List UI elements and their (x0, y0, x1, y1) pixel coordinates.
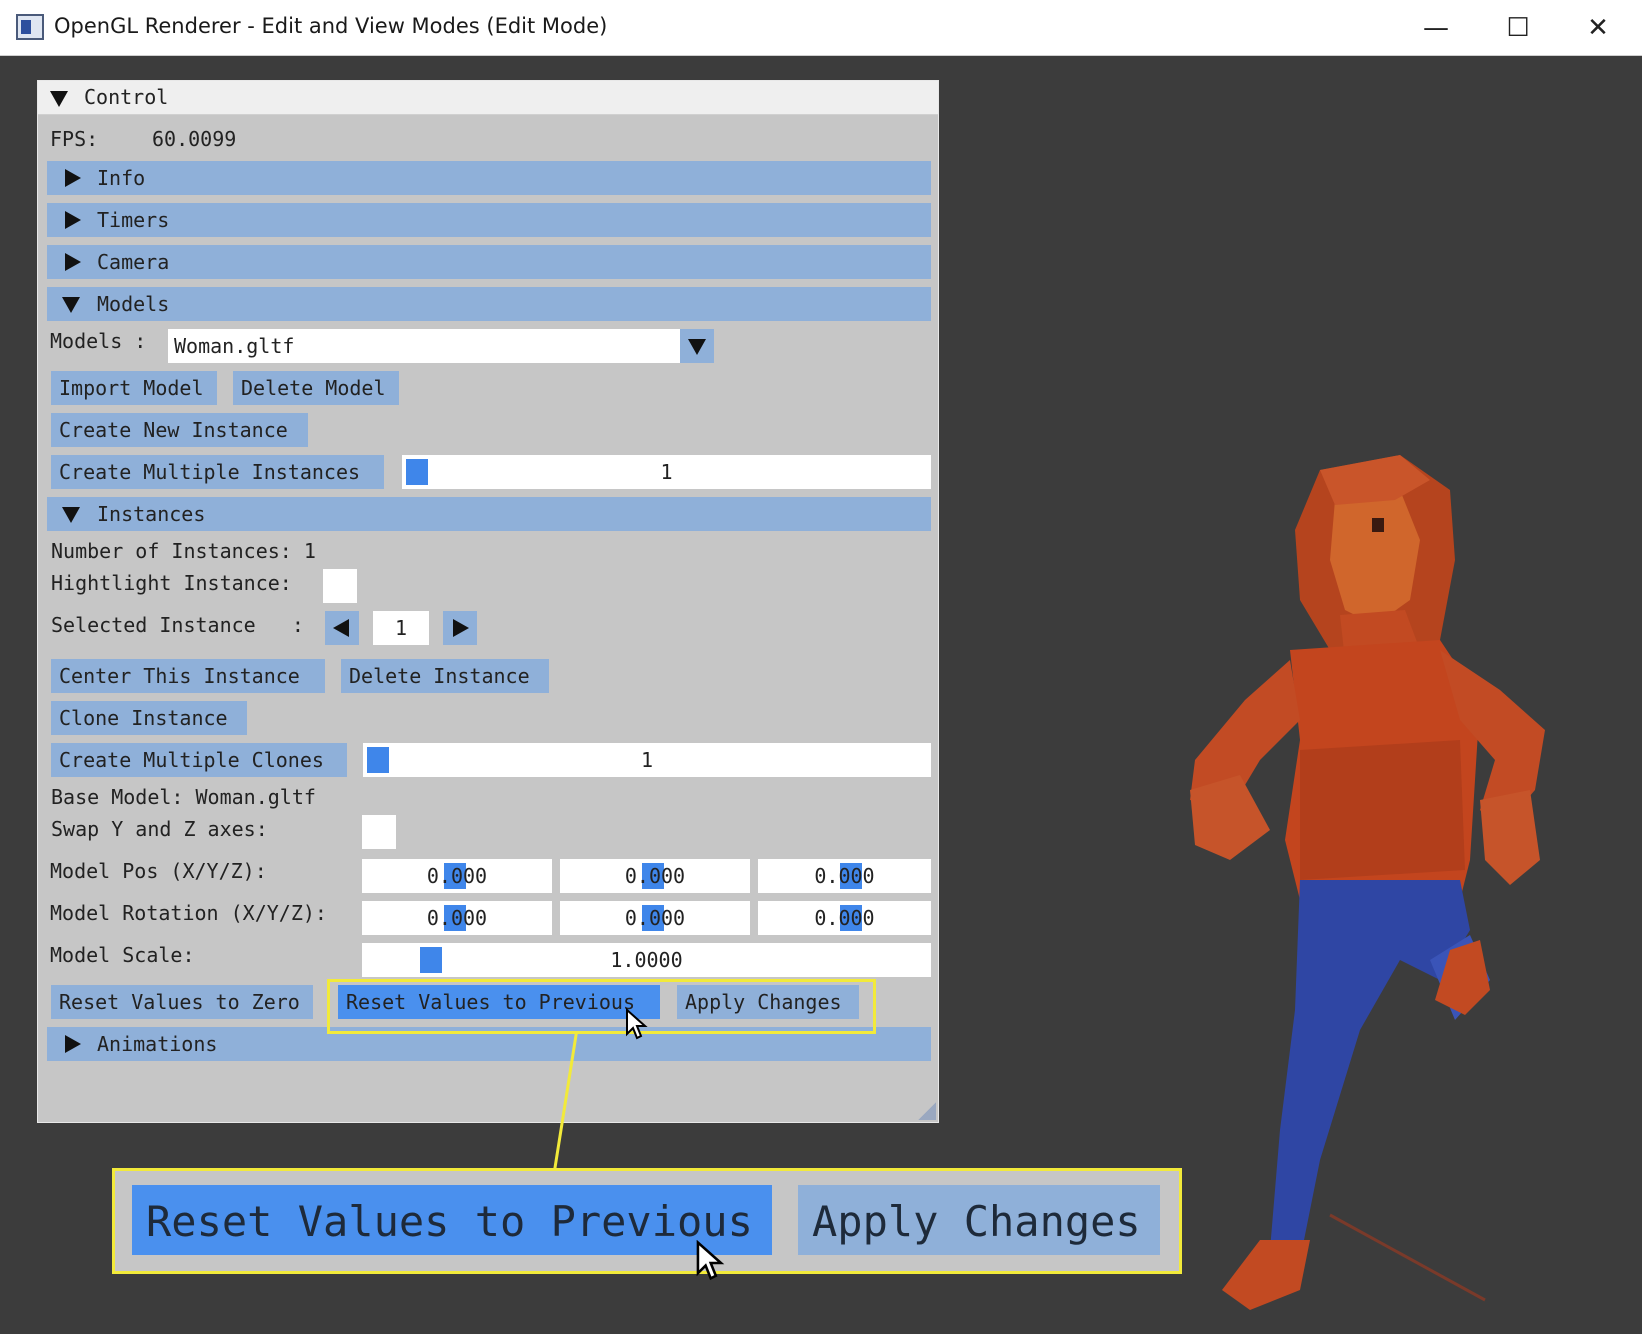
highlight-instance-checkbox[interactable] (323, 569, 357, 603)
selected-instance-label: Selected Instance : (51, 613, 304, 637)
number-of-instances: Number of Instances: 1 (51, 539, 316, 563)
center-instance-button[interactable]: Center This Instance (51, 659, 325, 693)
selected-instance-input[interactable]: 1 (373, 611, 429, 645)
zoom-reset-previous-button: Reset Values to Previous (132, 1185, 772, 1255)
model-rot-z-value: 0.000 (814, 906, 875, 930)
delete-model-button[interactable]: Delete Model (233, 371, 399, 405)
control-title: Control (84, 85, 169, 109)
zoom-callout: Reset Values to Previous Apply Changes (112, 1168, 1182, 1274)
next-instance-button[interactable] (443, 611, 477, 645)
expand-arrow-icon (65, 211, 81, 229)
highlight-instance-label: Hightlight Instance: (51, 571, 292, 595)
app-icon (16, 14, 44, 40)
collapse-arrow-icon (62, 297, 80, 313)
clone-count-value: 1 (640, 748, 654, 772)
section-models[interactable]: Models (47, 287, 931, 321)
model-scale-slider[interactable]: 1.0000 (362, 943, 931, 977)
model-pos-x[interactable]: 0.000 (362, 859, 552, 893)
combo-dropdown-button[interactable] (680, 329, 714, 363)
selected-instance-value: 1 (394, 616, 408, 640)
resize-grip-icon[interactable] (918, 1102, 936, 1120)
maximize-button[interactable]: ☐ (1500, 10, 1536, 46)
expand-arrow-icon (65, 253, 81, 271)
section-instances[interactable]: Instances (47, 497, 931, 531)
section-models-label: Models (97, 292, 170, 316)
section-animations-label: Animations (97, 1032, 218, 1056)
axis-line (1329, 1213, 1486, 1302)
model-pos-y-value: 0.000 (624, 864, 686, 888)
highlight-box (327, 979, 876, 1034)
create-new-instance-button[interactable]: Create New Instance (51, 413, 308, 447)
swap-axes-checkbox[interactable] (362, 815, 396, 849)
model-pos-z[interactable]: 0.000 (758, 859, 931, 893)
chevron-down-icon (688, 339, 706, 355)
collapse-arrow-icon (62, 507, 80, 523)
model-rot-y[interactable]: 0.000 (560, 901, 750, 935)
create-multiple-clones-button[interactable]: Create Multiple Clones (51, 743, 347, 777)
expand-arrow-icon (65, 1035, 81, 1053)
window-title-bar: OpenGL Renderer - Edit and View Modes (E… (0, 0, 1642, 56)
expand-arrow-icon (65, 169, 81, 187)
section-camera[interactable]: Camera (47, 245, 931, 279)
fps-label: FPS: (50, 127, 99, 151)
section-timers-label: Timers (97, 208, 170, 232)
model-rotation-label: Model Rotation (X/Y/Z): (50, 901, 327, 925)
minimize-button[interactable]: — (1418, 10, 1454, 46)
arrow-left-icon (333, 619, 349, 637)
model-rot-x[interactable]: 0.000 (362, 901, 552, 935)
close-button[interactable]: ✕ (1580, 10, 1616, 46)
arrow-right-icon (453, 619, 469, 637)
section-instances-label: Instances (97, 502, 206, 526)
window-title: OpenGL Renderer - Edit and View Modes (E… (54, 14, 608, 38)
section-timers[interactable]: Timers (47, 203, 931, 237)
models-combo-value: Woman.gltf (174, 334, 295, 358)
instance-count-value: 1 (660, 460, 673, 484)
models-combo[interactable]: Woman.gltf (168, 329, 680, 363)
control-panel[interactable]: Control FPS: 60.0099 Info Timers Camera … (37, 80, 939, 1123)
model-pos-z-value: 0.000 (814, 864, 875, 888)
model-scale-value: 1.0000 (610, 948, 683, 972)
base-model-text: Base Model: Woman.gltf (51, 785, 316, 809)
mouse-cursor-icon (626, 1008, 648, 1040)
instance-count-slider[interactable]: 1 (402, 455, 931, 489)
zoom-mouse-cursor-icon (696, 1240, 725, 1281)
section-info-label: Info (97, 166, 146, 190)
zoom-apply-changes-button: Apply Changes (798, 1185, 1160, 1255)
previous-instance-button[interactable] (325, 611, 359, 645)
fps-value: 60.0099 (152, 127, 237, 151)
models-label: Models : (50, 329, 147, 353)
clone-count-slider[interactable]: 1 (363, 743, 931, 777)
model-pos-label: Model Pos (X/Y/Z): (50, 859, 267, 883)
control-header[interactable]: Control (38, 81, 938, 115)
reset-values-zero-button[interactable]: Reset Values to Zero (51, 985, 313, 1019)
model-rot-y-value: 0.000 (624, 906, 686, 930)
import-model-button[interactable]: Import Model (51, 371, 217, 405)
delete-instance-button[interactable]: Delete Instance (341, 659, 549, 693)
model-scale-label: Model Scale: (50, 943, 195, 967)
section-camera-label: Camera (97, 250, 170, 274)
model-rot-z[interactable]: 0.000 (758, 901, 931, 935)
model-pos-y[interactable]: 0.000 (560, 859, 750, 893)
model-pos-x-value: 0.000 (426, 864, 488, 888)
create-multiple-instances-button[interactable]: Create Multiple Instances (51, 455, 384, 489)
collapse-arrow-icon[interactable] (50, 91, 68, 107)
model-rot-x-value: 0.000 (426, 906, 488, 930)
clone-instance-button[interactable]: Clone Instance (51, 701, 247, 735)
swap-axes-label: Swap Y and Z axes: (51, 817, 268, 841)
section-info[interactable]: Info (47, 161, 931, 195)
